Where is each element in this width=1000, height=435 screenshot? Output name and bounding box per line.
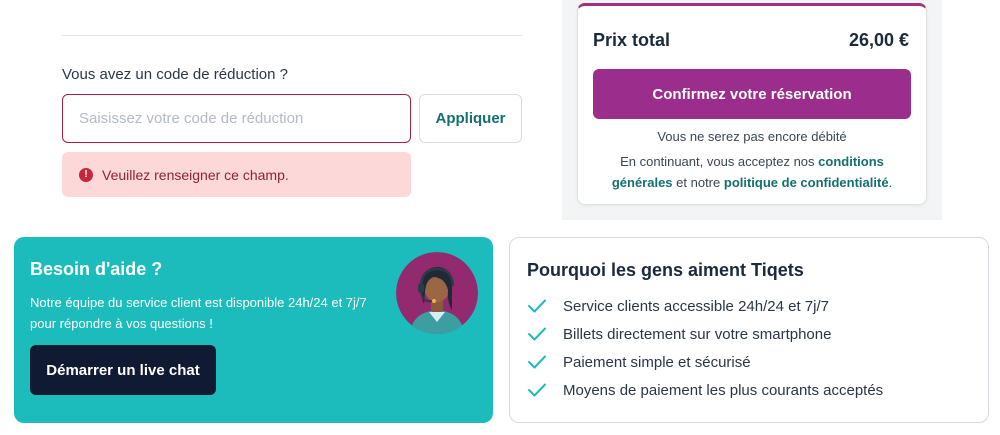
benefit-label: Billets directement sur votre smartphone <box>563 325 832 343</box>
terms-middle: et notre <box>676 175 721 190</box>
benefits-list: Service clients accessible 24h/24 et 7j/… <box>527 292 883 404</box>
live-chat-button[interactable]: Démarrer un live chat <box>30 345 216 395</box>
terms-suffix: . <box>888 175 893 190</box>
benefit-label: Moyens de paiement les plus courants acc… <box>563 381 884 399</box>
list-item: Service clients accessible 24h/24 et 7j/… <box>527 292 883 320</box>
benefit-label: Paiement simple et sécurisé <box>563 353 751 371</box>
help-text: Notre équipe du service client est dispo… <box>30 295 367 331</box>
promo-code-label: Vous avez un code de réduction ? <box>62 66 288 83</box>
list-item: Moyens de paiement les plus courants acc… <box>527 376 883 404</box>
error-message: Veuillez renseigner ce champ. <box>102 166 289 183</box>
order-summary-card: Prix total 26,00 € Confirmez votre réser… <box>577 3 927 205</box>
confirm-booking-button[interactable]: Confirmez votre réservation <box>593 69 911 119</box>
validation-error: ! Veuillez renseigner ce champ. <box>62 152 411 197</box>
help-title: Besoin d'aide ? <box>30 259 163 279</box>
list-item: Paiement simple et sécurisé <box>527 348 883 376</box>
list-item: Billets directement sur votre smartphone <box>527 320 883 348</box>
checkmark-icon <box>528 327 546 341</box>
total-price-value: 26,00 € <box>848 30 909 50</box>
checkmark-icon <box>528 299 546 313</box>
total-price-label: Prix total <box>593 30 671 50</box>
benefit-label: Service clients accessible 24h/24 et 7j/… <box>563 297 829 315</box>
help-card: Besoin d'aide ? Notre équipe du service … <box>14 237 493 423</box>
checkmark-icon <box>528 355 546 369</box>
why-tiqets-card: Pourquoi les gens aiment Tiqets Service … <box>509 237 989 423</box>
privacy-link[interactable]: politique de confidentialité <box>724 175 889 190</box>
not-debited-notice: Vous ne serez pas encore débité <box>657 129 847 144</box>
checkmark-icon <box>528 383 546 397</box>
support-agent-avatar-icon <box>396 252 478 334</box>
promo-code-input[interactable] <box>62 94 411 143</box>
terms-prefix: En continuant, vous acceptez nos <box>620 154 815 169</box>
apply-button[interactable]: Appliquer <box>419 94 522 143</box>
terms-notice: En continuant, vous acceptez nos conditi… <box>590 151 914 193</box>
error-icon: ! <box>79 167 93 182</box>
why-title: Pourquoi les gens aiment Tiqets <box>527 260 804 280</box>
section-divider <box>62 35 522 36</box>
